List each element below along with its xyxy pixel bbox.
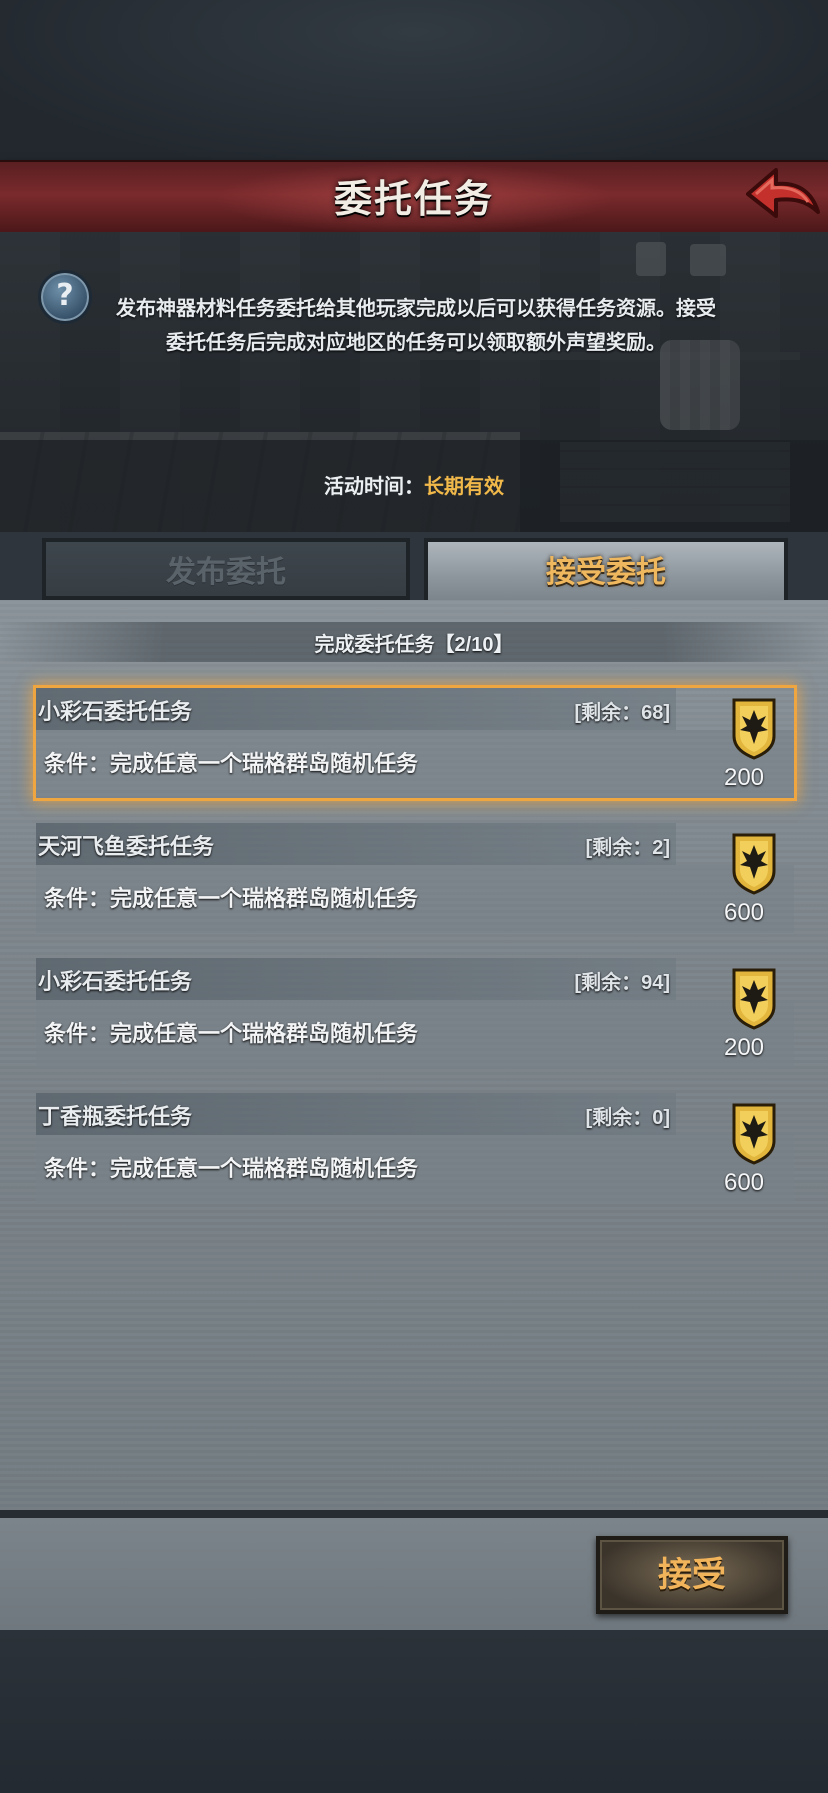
progress-text: 完成委托任务【2/10】 bbox=[314, 634, 514, 656]
task-condition: 条件：完成任意一个瑞格群岛随机任务 bbox=[44, 1021, 419, 1046]
task-name: 丁香瓶委托任务 bbox=[38, 1104, 193, 1129]
task-item[interactable]: 丁香瓶委托任务 [剩余：0] 条件：完成任意一个瑞格群岛随机任务 600 bbox=[36, 1093, 794, 1203]
footer-divider bbox=[0, 1510, 828, 1518]
task-name: 小彩石委托任务 bbox=[38, 969, 193, 994]
tab-accept[interactable]: 接受委托 bbox=[424, 538, 788, 600]
accept-button[interactable]: 接受 bbox=[596, 1536, 788, 1614]
task-remaining: [剩余：94] bbox=[574, 972, 670, 994]
back-button[interactable] bbox=[742, 162, 822, 228]
task-name: 小彩石委托任务 bbox=[38, 699, 193, 724]
task-item[interactable]: 小彩石委托任务 [剩余：68] 条件：完成任意一个瑞格群岛随机任务 200 bbox=[36, 688, 794, 798]
question-icon[interactable]: ? bbox=[38, 270, 92, 324]
task-reward: 200 bbox=[723, 1034, 765, 1061]
task-condition: 条件：完成任意一个瑞格群岛随机任务 bbox=[44, 1156, 419, 1181]
event-time-value: 长期有效 bbox=[424, 476, 504, 498]
task-remaining: [剩余：0] bbox=[585, 1107, 670, 1129]
event-time: 活动时间：长期有效 bbox=[0, 470, 828, 499]
back-arrow-icon bbox=[746, 168, 820, 218]
task-reward: 200 bbox=[723, 764, 765, 791]
reputation-shield-icon bbox=[732, 968, 776, 1030]
page-title: 委托任务 bbox=[333, 179, 494, 221]
intro-line-1: 发布神器材料任务委托给其他玩家完成以后可以获得任务资源。接受 bbox=[116, 298, 716, 320]
task-condition: 条件：完成任意一个瑞格群岛随机任务 bbox=[44, 886, 419, 911]
tab-publish[interactable]: 发布委托 bbox=[42, 538, 410, 600]
bottom-background bbox=[0, 1630, 828, 1793]
top-background bbox=[0, 0, 828, 160]
reputation-shield-icon bbox=[732, 833, 776, 895]
task-reward: 600 bbox=[723, 899, 765, 926]
task-remaining: [剩余：2] bbox=[585, 837, 670, 859]
task-reward: 600 bbox=[723, 1169, 765, 1196]
reputation-shield-icon bbox=[732, 698, 776, 760]
task-remaining: [剩余：68] bbox=[574, 702, 670, 724]
task-condition: 条件：完成任意一个瑞格群岛随机任务 bbox=[44, 751, 419, 776]
reputation-shield-icon bbox=[732, 1103, 776, 1165]
task-item[interactable]: 小彩石委托任务 [剩余：94] 条件：完成任意一个瑞格群岛随机任务 200 bbox=[36, 958, 794, 1068]
task-item[interactable]: 天河飞鱼委托任务 [剩余：2] 条件：完成任意一个瑞格群岛随机任务 600 bbox=[36, 823, 794, 933]
intro-text: 发布神器材料任务委托给其他玩家完成以后可以获得任务资源。接受 委托任务后完成对应… bbox=[96, 292, 736, 360]
event-time-label: 活动时间： bbox=[324, 476, 424, 498]
intro-line-2: 委托任务后完成对应地区的任务可以领取额外声望奖励。 bbox=[166, 332, 666, 354]
task-name: 天河飞鱼委托任务 bbox=[38, 834, 215, 859]
